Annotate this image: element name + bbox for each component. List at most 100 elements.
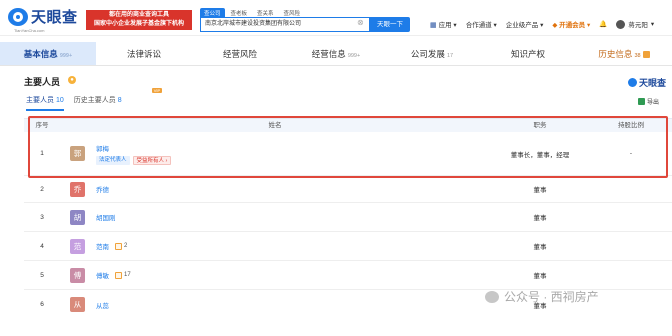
nav-vip-label: 开通会员 [559, 22, 586, 29]
person-name-link[interactable]: 乔德 [96, 184, 109, 194]
person-name-link[interactable]: 郭梅 [96, 143, 171, 153]
row-person: 从 从蕊 [60, 297, 490, 312]
row-person: 郭 郭梅 法定代表人 受益所有人 › [60, 143, 490, 165]
brand-mark: 天眼查 [628, 76, 666, 89]
avatar[interactable]: 乔 [70, 181, 85, 197]
wechat-icon [485, 290, 499, 303]
row-no: 1 [40, 150, 44, 157]
bell-icon[interactable]: 🔔 [599, 20, 607, 28]
tab-legal[interactable]: 法律诉讼 [96, 42, 192, 65]
tag-legal-rep: 法定代表人 [96, 155, 130, 165]
subtab-current-people[interactable]: 主要人员 10 [26, 95, 64, 111]
tab-label: 经营信息 [311, 49, 346, 59]
nav-app-label: 应用 [438, 22, 452, 29]
row-person: 乔 乔德 [60, 181, 490, 197]
nav-partner[interactable]: 合作通道 ▾ [466, 19, 497, 29]
logo[interactable]: 天眼查 [8, 6, 78, 27]
tab-risk[interactable]: 经营风险 [192, 42, 288, 65]
row-position: 董事 [533, 215, 547, 222]
subtab-label: 主要人员 [26, 97, 54, 104]
table-row: 2 乔 乔德 董事 [24, 176, 672, 203]
table-row: 1 郭 郭梅 法定代表人 受益所有人 › 董事长，董事，经理 - [24, 132, 672, 176]
row-no: 4 [40, 242, 44, 250]
search-input[interactable]: 南京北岸城市建设投资集团有限公司 [200, 17, 370, 32]
user-avatar [616, 19, 626, 29]
diamond-icon: ◆ [552, 22, 558, 29]
company-icon [115, 271, 122, 279]
nav-vip[interactable]: ◆ 开通会员 ▾ [552, 19, 590, 29]
tab-history[interactable]: 历史信息 38 [576, 42, 672, 65]
search-button[interactable]: 天眼一下 [370, 17, 410, 32]
nav-enterprise[interactable]: 企业级产品 ▾ [506, 19, 544, 29]
tab-label: 基本信息 [23, 49, 58, 59]
header-position: 职务 [533, 122, 547, 129]
row-no: 3 [40, 213, 44, 221]
tab-count: 17 [446, 53, 454, 59]
header-ratio: 持股比例 [618, 122, 644, 129]
user-name: 蒋元阳 [628, 22, 648, 29]
tab-count: 999+ [347, 53, 361, 59]
clear-icon[interactable]: ⊗ [357, 18, 364, 27]
tag-beneficial-owner[interactable]: 受益所有人 › [132, 155, 172, 165]
tab-count: 999+ [59, 53, 73, 59]
logo-icon [628, 78, 637, 87]
row-position: 董事 [533, 244, 547, 251]
sub-tabs: 主要人员 10 历史主要人员 8 VIP [26, 88, 163, 111]
user-menu[interactable]: 蒋元阳 ▾ [616, 19, 654, 29]
nav-enterprise-label: 企业级产品 [505, 22, 539, 29]
logo-text: 天眼查 [31, 9, 78, 26]
tab-ip[interactable]: 知识产权 [480, 42, 576, 65]
banner-line-1: 都在用的商业查询工具 [108, 12, 169, 18]
header-name: 姓名 [268, 122, 282, 129]
top-nav: ▦ 应用 ▾ 合作通道 ▾ 企业级产品 ▾ ◆ 开通会员 ▾ 🔔 蒋元阳 ▾ [430, 19, 654, 29]
row-person: 范 范南 2 [60, 238, 490, 254]
row-ratio: - [629, 150, 633, 157]
associated-companies[interactable]: 2 [115, 242, 128, 250]
company-icon [115, 242, 122, 250]
tab-development[interactable]: 公司发展 17 [384, 42, 480, 65]
table-row: 5 傅 傅敏 17 董事 [24, 261, 672, 290]
person-name-link[interactable]: 范南 [96, 241, 109, 251]
info-icon[interactable]: ● [68, 76, 76, 84]
person-name-link[interactable]: 傅敏 [96, 270, 109, 280]
main-tabs: 基本信息 999+ 法律诉讼 经营风险 经营信息 999+ 公司发展 17 知识产权 … [0, 42, 672, 66]
person-name-link[interactable]: 胡国刚 [96, 212, 116, 222]
avatar[interactable]: 范 [70, 238, 85, 254]
logo-icon [8, 7, 28, 26]
nav-app[interactable]: ▦ 应用 ▾ [430, 19, 457, 29]
avatar[interactable]: 郭 [70, 146, 85, 161]
promo-banner[interactable]: 都在用的商业查询工具 国家中小企业发展子基金旗下机构 [86, 10, 192, 30]
table-row: 4 范 范南 2 董事 [24, 232, 672, 261]
vip-badge: VIP [151, 88, 163, 93]
subtab-history-people[interactable]: 历史主要人员 8 VIP [73, 88, 163, 111]
top-header: 天眼查 TianYanCha.com 都在用的商业查询工具 国家中小企业发展子基… [0, 0, 672, 36]
tab-basic-info[interactable]: 基本信息 999+ [0, 42, 96, 65]
nav-partner-label: 合作通道 [465, 22, 492, 29]
row-no: 2 [40, 185, 44, 193]
tab-label: 经营风险 [222, 49, 257, 59]
assoc-count: 2 [124, 243, 128, 249]
table-row: 3 胡 胡国刚 董事 [24, 203, 672, 232]
tab-label: 知识产权 [510, 49, 545, 59]
export-label: 导出 [647, 100, 660, 106]
subtab-count: 10 [55, 97, 64, 104]
table-header: 序号 姓名 职务 持股比例 [24, 118, 672, 132]
assoc-count: 17 [124, 272, 131, 278]
row-person: 胡 胡国刚 [60, 209, 490, 225]
row-no: 6 [40, 301, 44, 308]
tab-label: 公司发展 [410, 49, 445, 59]
subtab-label: 历史主要人员 [73, 97, 116, 104]
export-button[interactable]: 导出 [638, 97, 659, 106]
associated-companies[interactable]: 17 [115, 271, 131, 279]
avatar[interactable]: 从 [70, 297, 85, 312]
banner-line-2: 国家中小企业发展子基金旗下机构 [93, 21, 184, 27]
header-no: 序号 [35, 122, 49, 129]
lock-icon [642, 51, 650, 58]
row-position: 董事长，董事，经理 [510, 151, 570, 159]
avatar[interactable]: 傅 [70, 267, 85, 283]
row-position: 董事 [533, 273, 547, 280]
person-name-link[interactable]: 从蕊 [96, 300, 109, 310]
tab-business[interactable]: 经营信息 999+ [288, 42, 384, 65]
avatar[interactable]: 胡 [70, 209, 85, 225]
subtab-count: 8 [117, 97, 122, 104]
